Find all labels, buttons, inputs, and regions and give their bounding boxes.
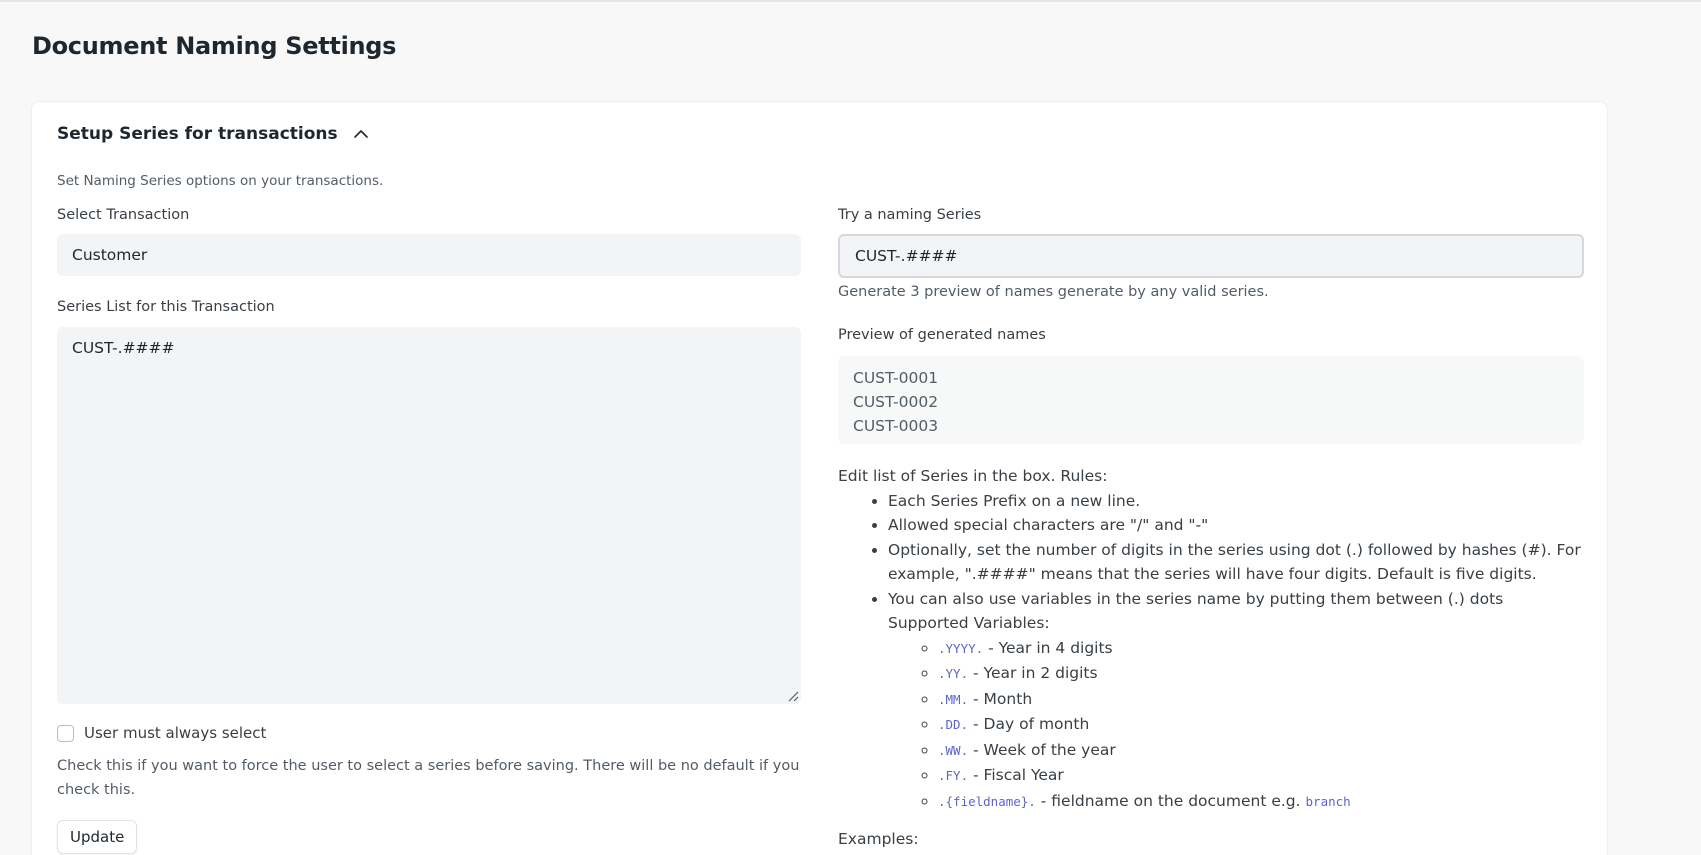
series-list-value: CUST-.####: [72, 339, 175, 357]
rule-item: Each Series Prefix on a new line.: [888, 489, 1584, 514]
section-description: Set Naming Series options on your transa…: [57, 173, 384, 189]
variable-desc: - Year in 4 digits: [983, 638, 1113, 657]
preview-box: CUST-0001 CUST-0002 CUST-0003: [838, 356, 1584, 444]
variable-item: .WW. - Week of the year: [938, 738, 1584, 764]
select-transaction-label: Select Transaction: [57, 207, 190, 223]
variable-item: .{fieldname}. - fieldname on the documen…: [938, 789, 1584, 815]
series-list-textarea[interactable]: CUST-.####: [57, 327, 801, 704]
variable-code: .YYYY.: [938, 640, 984, 656]
rules-intro: Edit list of Series in the box. Rules:: [838, 467, 1108, 485]
variable-desc: - Month: [968, 689, 1033, 708]
preview-name: CUST-0002: [853, 393, 939, 411]
variable-desc: - Fiscal Year: [968, 766, 1064, 784]
variable-desc: - Year in 2 digits: [968, 664, 1098, 682]
section-title: Setup Series for transactions: [57, 124, 338, 144]
section-header[interactable]: Setup Series for transactions: [57, 124, 370, 144]
update-button[interactable]: Update: [57, 820, 138, 854]
preview-name: CUST-0003: [853, 417, 939, 435]
chevron-up-icon[interactable]: [352, 125, 370, 143]
naming-series-card: Setup Series for transactions Set Naming…: [32, 102, 1607, 855]
rule-item: Allowed special characters are "/" and "…: [888, 513, 1584, 538]
rule-item-variables: You can also use variables in the series…: [888, 587, 1584, 815]
supported-variables-label: Supported Variables:: [888, 614, 1050, 632]
variable-item: .YY. - Year in 2 digits: [938, 661, 1584, 687]
variable-example: branch: [1305, 793, 1351, 809]
variable-desc: - Week of the year: [968, 740, 1116, 759]
variable-item: .MM. - Month: [938, 687, 1584, 713]
top-border: [0, 0, 1701, 2]
variable-code: .{fieldname}.: [938, 793, 1036, 809]
try-series-input[interactable]: CUST-.####: [838, 234, 1584, 278]
user-must-select-checkbox[interactable]: [57, 724, 74, 742]
variable-code: .MM.: [938, 691, 969, 707]
series-list-label: Series List for this Transaction: [57, 299, 275, 315]
variable-code: .WW.: [938, 742, 969, 758]
variable-desc: - fieldname on the document e.g.: [1035, 791, 1306, 810]
variable-code: .YY.: [938, 666, 969, 681]
rules-list: Each Series Prefix on a new line. Allowe…: [838, 489, 1584, 815]
resize-grip-icon[interactable]: [787, 690, 799, 702]
variable-code: .DD.: [938, 717, 969, 732]
preview-name: CUST-0001: [853, 369, 939, 387]
rule-item: Optionally, set the number of digits in …: [888, 538, 1584, 587]
user-must-select-description: Check this if you want to force the user…: [57, 758, 800, 798]
variable-item: .DD. - Day of month: [938, 712, 1584, 738]
variable-item: .FY. - Fiscal Year: [938, 763, 1584, 789]
page-title: Document Naming Settings: [32, 32, 397, 60]
select-transaction-input[interactable]: Customer: [57, 234, 801, 276]
variables-intro: You can also use variables in the series…: [888, 589, 1504, 608]
variable-item: .YYYY. - Year in 4 digits: [938, 636, 1584, 662]
try-series-description: Generate 3 preview of names generate by …: [838, 284, 1269, 300]
user-must-select-row[interactable]: User must always select: [57, 724, 266, 742]
try-series-label: Try a naming Series: [838, 207, 982, 223]
user-must-select-label: User must always select: [84, 724, 267, 742]
naming-rules: Edit list of Series in the box. Rules: E…: [838, 464, 1584, 814]
variables-list: .YYYY. - Year in 4 digits .YY. - Year in…: [888, 636, 1584, 815]
variable-desc: - Day of month: [968, 715, 1090, 733]
examples-label: Examples:: [838, 830, 919, 848]
preview-label: Preview of generated names: [838, 327, 1046, 343]
variable-code: .FY.: [938, 768, 969, 783]
